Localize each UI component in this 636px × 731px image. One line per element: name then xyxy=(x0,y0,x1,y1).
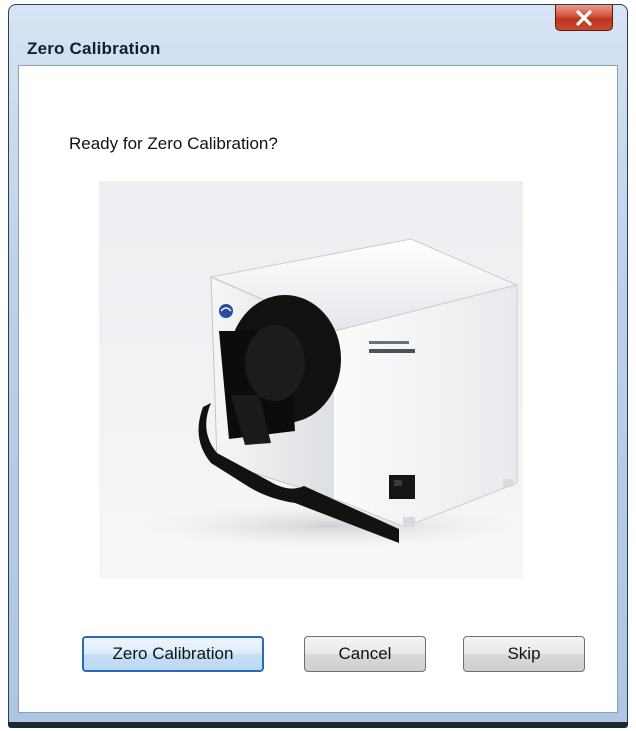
title-bar[interactable]: Zero Calibration xyxy=(9,5,627,65)
cancel-button[interactable]: Cancel xyxy=(304,636,426,672)
device-photo xyxy=(99,181,523,579)
button-row: Zero Calibration Cancel Skip xyxy=(19,636,617,676)
prompt-text: Ready for Zero Calibration? xyxy=(69,134,278,153)
zero-calibration-dialog: Zero Calibration Ready for Zero Calibrat… xyxy=(8,4,628,728)
window-title: Zero Calibration xyxy=(27,39,161,58)
zero-calibration-button[interactable]: Zero Calibration xyxy=(82,636,264,672)
close-button[interactable] xyxy=(555,5,613,31)
close-x-icon xyxy=(575,9,593,26)
skip-button[interactable]: Skip xyxy=(463,636,585,672)
dialog-body: Ready for Zero Calibration? Zero Calibra… xyxy=(18,65,618,713)
